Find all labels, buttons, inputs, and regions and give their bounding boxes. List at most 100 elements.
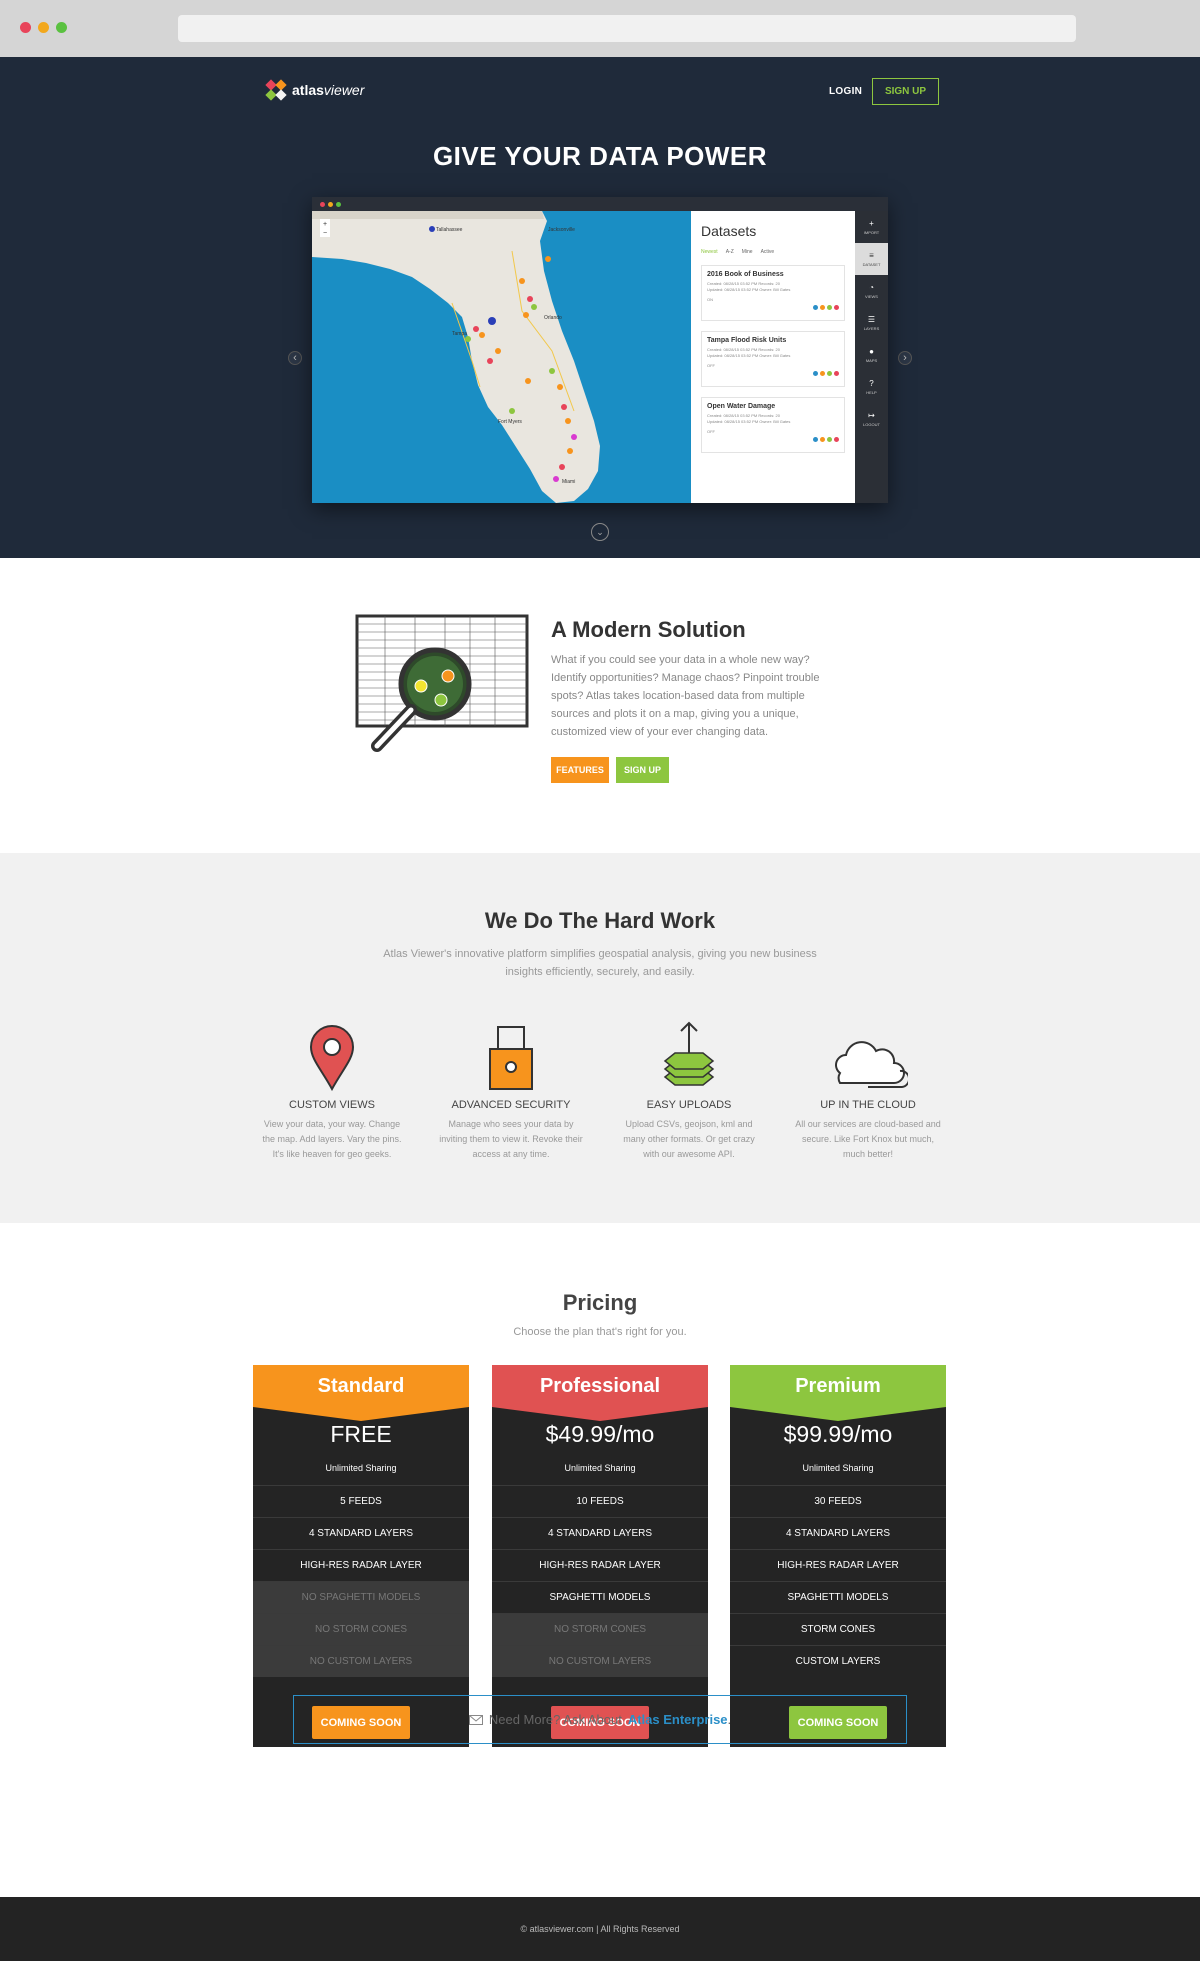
plan-feature-row: CUSTOM LAYERS xyxy=(730,1645,946,1677)
filter-mine[interactable]: Mine xyxy=(742,249,753,255)
svg-text:+: + xyxy=(323,221,327,228)
svg-text:Fort Myers: Fort Myers xyxy=(498,419,522,425)
plan-feature-row: NO STORM CONES xyxy=(492,1613,708,1645)
app-side-rail: + IMPORT ≡ DATASET ◔ VIEWS ☰ LAYERS ● MAPS ? H… xyxy=(855,211,888,503)
plan-feature-row: 4 STANDARD LAYERS xyxy=(730,1517,946,1549)
plan-feature-row: HIGH-RES RADAR LAYER xyxy=(492,1549,708,1581)
layers-icon: ☰ xyxy=(867,315,876,324)
svg-text:Tallahassee: Tallahassee xyxy=(436,227,463,233)
svg-text:Miami: Miami xyxy=(562,479,575,485)
carousel-next-arrow-icon[interactable]: › xyxy=(898,351,912,365)
filter-a-z[interactable]: A-Z xyxy=(726,249,734,255)
plan-sharing: Unlimited Sharing xyxy=(564,1463,636,1473)
signup-button[interactable]: SIGN UP xyxy=(872,78,939,105)
solution-title: A Modern Solution xyxy=(551,617,746,642)
plan-price: $49.99/mo xyxy=(545,1421,655,1447)
enterprise-link[interactable]: Atlas Enterprise xyxy=(628,1712,728,1727)
plan-feature-row: 10 FEEDS xyxy=(492,1485,708,1517)
plan-header: Premium xyxy=(730,1365,946,1421)
modern-solution-section: A Modern Solution What if you could see … xyxy=(0,558,1200,853)
plan-feature-row: HIGH-RES RADAR LAYER xyxy=(253,1549,469,1581)
logout-icon: ↦ xyxy=(868,411,875,420)
envelope-icon xyxy=(468,1714,483,1725)
filter-active[interactable]: Active xyxy=(761,249,775,255)
plan-feature-row: NO STORM CONES xyxy=(253,1613,469,1645)
rail-dataset[interactable]: ≡ DATASET xyxy=(855,243,888,275)
brand-logo[interactable]: atlasviewer xyxy=(265,79,365,101)
globe-icon: ● xyxy=(869,347,874,356)
feature-advanced-security: ADVANCED SECURITY Manage who sees your d… xyxy=(436,1011,586,1162)
svg-text:Jacksonville: Jacksonville xyxy=(548,227,575,233)
plan-feature-row: NO CUSTOM LAYERS xyxy=(253,1645,469,1677)
pricing-section: Pricing Choose the plan that's right for… xyxy=(0,1223,1200,1836)
svg-text:−: − xyxy=(323,230,327,237)
solution-signup-button[interactable]: SIGN UP xyxy=(616,757,669,783)
florida-map-graphic: Tallahassee Jacksonville Tampa Orlando F… xyxy=(312,211,600,503)
rail-layers[interactable]: ☰ LAYERS xyxy=(855,307,888,339)
padlock-icon xyxy=(489,1026,533,1090)
solution-text: What if you could see your data in a who… xyxy=(551,654,820,738)
datasets-panel: Datasets Newest A-Z Mine Active 2016 Boo… xyxy=(691,211,855,503)
login-link[interactable]: LOGIN xyxy=(829,86,862,97)
maximize-window-button[interactable] xyxy=(56,22,67,33)
plan-feature-row: SPAGHETTI MODELS xyxy=(492,1581,708,1613)
scroll-down-chevron-icon[interactable]: ⌄ xyxy=(591,523,609,541)
dataset-card[interactable]: Tampa Flood Risk Units Created: 08/28/15… xyxy=(701,331,845,387)
question-icon: ? xyxy=(869,379,874,388)
rss-icon: ◔ xyxy=(869,283,874,292)
rail-views[interactable]: ◔ VIEWS xyxy=(855,275,888,307)
hero-title: GIVE YOUR DATA POWER xyxy=(432,141,768,171)
browser-chrome xyxy=(0,0,1200,57)
plan-feature-row: 30 FEEDS xyxy=(730,1485,946,1517)
pricing-subtitle: Choose the plan that's right for you. xyxy=(513,1326,687,1338)
spreadsheet-magnifier-icon xyxy=(355,614,529,752)
app-preview-screenshot: Tallahassee Jacksonville Tampa Orlando F… xyxy=(312,197,888,503)
florida-map: Tallahassee Jacksonville Tampa Orlando F… xyxy=(312,211,691,503)
rail-maps[interactable]: ● MAPS xyxy=(855,339,888,371)
plan-feature-row: 5 FEEDS xyxy=(253,1485,469,1517)
feature-custom-views: CUSTOM VIEWS View your data, your way. C… xyxy=(257,1011,407,1162)
svg-text:Tampa: Tampa xyxy=(452,331,467,337)
upload-stack-icon xyxy=(663,1021,715,1086)
plan-header: Professional xyxy=(492,1365,708,1421)
atlas-logo-icon xyxy=(265,79,287,101)
address-bar[interactable] xyxy=(178,15,1076,42)
hard-work-subtitle: Atlas Viewer's innovative platform simpl… xyxy=(383,948,817,978)
hero-section: atlasviewer LOGIN SIGN UP GIVE YOUR DATA… xyxy=(0,57,1200,558)
database-icon: ≡ xyxy=(869,251,874,260)
map-pin-icon xyxy=(309,1025,355,1091)
plan-feature-row: NO CUSTOM LAYERS xyxy=(492,1645,708,1677)
plan-feature-row: SPAGHETTI MODELS xyxy=(730,1581,946,1613)
enterprise-banner[interactable]: Need More? Ask About Atlas Enterprise. xyxy=(293,1695,907,1744)
hard-work-section: We Do The Hard Work Atlas Viewer's innov… xyxy=(0,853,1200,1223)
plan-feature-row: 4 STANDARD LAYERS xyxy=(492,1517,708,1549)
feature-easy-uploads: EASY UPLOADS Upload CSVs, geojson, kml a… xyxy=(614,1011,764,1162)
plan-card-standard: Standard FREE Unlimited Sharing 5 FEEDS … xyxy=(253,1365,469,1747)
carousel-prev-arrow-icon[interactable]: ‹ xyxy=(288,351,302,365)
plan-feature-row: STORM CONES xyxy=(730,1613,946,1645)
plan-sharing: Unlimited Sharing xyxy=(802,1463,874,1473)
dataset-filters: Newest A-Z Mine Active xyxy=(701,249,845,255)
brand-name: atlasviewer xyxy=(292,82,365,98)
dataset-card[interactable]: 2016 Book of Business Created: 08/28/15 … xyxy=(701,265,845,321)
plan-card-professional: Professional $49.99/mo Unlimited Sharing… xyxy=(492,1365,708,1747)
plan-sharing: Unlimited Sharing xyxy=(325,1463,397,1473)
filter-newest[interactable]: Newest xyxy=(701,249,718,255)
plan-price: FREE xyxy=(330,1421,392,1447)
enterprise-text: Need More? Ask About xyxy=(488,1712,622,1727)
hard-work-title: We Do The Hard Work xyxy=(484,908,716,933)
features-button[interactable]: FEATURES xyxy=(551,757,609,783)
plus-icon: + xyxy=(869,219,874,228)
rail-logout[interactable]: ↦ LOGOUT xyxy=(855,403,888,435)
rail-help[interactable]: ? HELP xyxy=(855,371,888,403)
plan-feature-row: HIGH-RES RADAR LAYER xyxy=(730,1549,946,1581)
cloud-icon xyxy=(835,1041,908,1088)
dataset-card[interactable]: Open Water Damage Created: 08/28/15 03:5… xyxy=(701,397,845,453)
close-window-button[interactable] xyxy=(20,22,31,33)
plan-feature-row: NO SPAGHETTI MODELS xyxy=(253,1581,469,1613)
feature-cloud: UP IN THE CLOUD All our services are clo… xyxy=(793,1011,943,1162)
pricing-title: Pricing xyxy=(562,1290,638,1315)
rail-import[interactable]: + IMPORT xyxy=(855,211,888,243)
minimize-window-button[interactable] xyxy=(38,22,49,33)
plan-card-premium: Premium $99.99/mo Unlimited Sharing 30 F… xyxy=(730,1365,946,1747)
